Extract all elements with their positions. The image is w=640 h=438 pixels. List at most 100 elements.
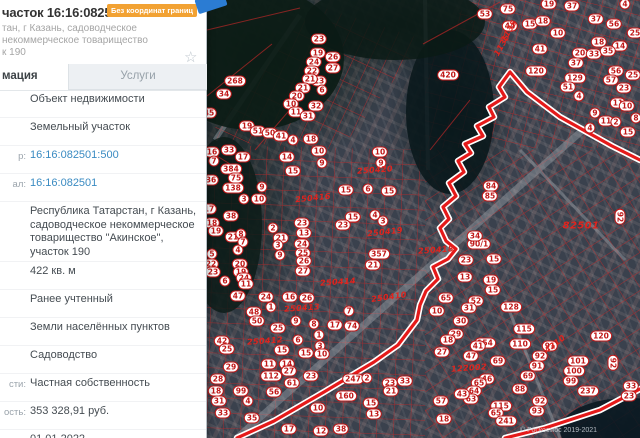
parcel-number-badge: 93 — [528, 405, 546, 417]
parcel-number-badge: 268 — [224, 75, 246, 87]
tab-services[interactable]: Услуги — [68, 64, 207, 90]
no-coordinates-badge: Без координат границ — [107, 4, 198, 17]
parcel-number-badge: 47 — [462, 350, 480, 362]
field-value: Садоводство — [30, 349, 98, 361]
parcel-number-badge: 26 — [324, 51, 342, 63]
field-label-fragment — [0, 265, 26, 287]
parcel-number-badge: 18 — [439, 334, 457, 346]
parcel-number-badge: 23 — [334, 219, 352, 231]
parcel-number-badge: 57 — [432, 395, 450, 407]
parcel-number-badge: 23 — [620, 390, 638, 402]
parcel-number-badge: 69 — [519, 370, 537, 382]
parcel-number-badge: 10 — [250, 193, 268, 205]
field-label-fragment: ал: — [12, 179, 26, 190]
field-value: Объект недвижимости — [30, 93, 145, 105]
parcel-number-badge: 53 — [476, 8, 494, 20]
field-label-fragment — [0, 205, 26, 259]
parcel-number-badge: 8 — [630, 112, 640, 124]
parcel-number-badge: 41 — [531, 43, 549, 55]
parcel-number-badge: 56 — [605, 18, 623, 30]
info-row: Объект недвижимости — [0, 90, 206, 118]
parcel-number-badge: 27 — [324, 62, 342, 74]
tab-information[interactable]: мация — [0, 64, 68, 90]
parcel-number-badge: 27 — [433, 346, 451, 358]
parcel-number-badge: 25 — [269, 322, 287, 334]
parcel-number-badge: 33 — [214, 407, 232, 419]
panel-header: часток 16:16:082501:500 Без координат гр… — [0, 0, 206, 66]
parcel-number-badge: 25 — [626, 27, 640, 39]
parcel-number-badge: 15 — [484, 284, 502, 296]
parcel-number-badge: 21 — [364, 259, 382, 271]
field-label-fragment — [0, 293, 26, 315]
parcel-number-badge: 37 — [587, 13, 605, 25]
info-row: 422 кв. м — [0, 262, 206, 290]
parcel-number-badge: 15 — [619, 126, 637, 138]
parcel-info-panel: часток 16:16:082501:500 Без координат гр… — [0, 0, 207, 438]
parcel-number-badge: 27 — [280, 365, 298, 377]
cadastral-number-link[interactable]: 16:16:082501:500 — [30, 149, 127, 171]
field-value: Республика Татарстан, г Казань, садоводч… — [30, 205, 197, 258]
info-row: 01.01.2022 — [0, 430, 206, 438]
subtitle-line-2: к 190 — [2, 47, 26, 58]
parcel-number-badge: 120 — [525, 65, 547, 77]
parcel-number-badge: 11 — [260, 358, 278, 370]
field-label-fragment: ость: — [4, 407, 26, 418]
field-label-fragment — [0, 121, 26, 143]
info-row: ость: 353 328,91 руб. — [0, 402, 206, 430]
field-label-fragment — [0, 349, 26, 371]
field-value: 353 328,91 руб. — [30, 405, 110, 417]
field-label-fragment: р: — [18, 151, 26, 162]
info-row: сти: Частная собственность — [0, 374, 206, 402]
parcel-number-badge: 35 — [243, 412, 261, 424]
quarter-number-label: 82501 — [562, 220, 600, 232]
parcel-number-badge: 112 — [260, 370, 282, 382]
parcel-number-badge: 23 — [204, 266, 222, 278]
info-row: ал: 16:16:082501 — [0, 174, 206, 202]
field-value: 422 кв. м — [30, 265, 76, 277]
parcel-number-badge: 92 — [614, 208, 626, 226]
parcel-number-badge: 420 — [437, 69, 459, 81]
parcel-number-badge: 61 — [283, 377, 301, 389]
parcel-number-badge: 10 — [371, 146, 389, 158]
panel-tabs: мация Услуги — [0, 64, 207, 91]
parcel-number-badge: 13 — [456, 271, 474, 283]
parcel-number-badge: 37 — [567, 57, 585, 69]
parcel-number-badge: 128 — [500, 301, 522, 313]
parcel-number-badge: 19 — [540, 0, 558, 10]
info-row: Садоводство — [0, 346, 206, 374]
parcel-number-badge: 10 — [309, 402, 327, 414]
parcel-number-badge: 33 — [396, 375, 414, 387]
parcel-number-badge: 15 — [337, 184, 355, 196]
parcel-number-badge: 23 — [310, 33, 328, 45]
parcel-number-badge: 88 — [511, 383, 529, 395]
parcel-number-badge: 23 — [302, 370, 320, 382]
parcel-number-badge: 11 — [237, 278, 255, 290]
parcel-number-badge: 13 — [295, 227, 313, 239]
parcel-number-badge: 43 — [453, 388, 471, 400]
parcel-number-badge: 10 — [310, 145, 328, 157]
info-row: Ранее учтенный — [0, 290, 206, 318]
parcel-number-badge: 31 — [210, 395, 228, 407]
parcel-number-badge: 14 — [278, 151, 296, 163]
info-row: Республика Татарстан, г Казань, садоводч… — [0, 202, 206, 262]
parcel-number-badge: 37 — [563, 0, 581, 12]
info-row: Земли населённых пунктов — [0, 318, 206, 346]
parcel-number-badge: 241 — [495, 415, 517, 427]
field-value: Земельный участок — [30, 121, 131, 133]
parcel-number-badge: 110 — [509, 338, 531, 350]
parcel-number-badge: 10 — [549, 27, 567, 39]
parcel-number-badge: 10 — [313, 348, 331, 360]
parcel-number-badge: 29 — [222, 361, 240, 373]
field-value: Ранее учтенный — [30, 293, 113, 305]
parcel-number-badge: 31 — [299, 110, 317, 122]
cadastral-number-link[interactable]: 16:16:082501 — [30, 177, 105, 199]
parcel-number-badge: 92 — [607, 354, 619, 372]
parcel-number-badge: 15 — [380, 185, 398, 197]
parcel-number-badge: 31 — [460, 302, 478, 314]
parcel-number-badge: 15 — [485, 253, 503, 265]
parcel-number-badge: 51 — [559, 81, 577, 93]
subtitle-line-1: тан, г Казань, садоводческое некоммерчес… — [2, 23, 148, 46]
field-value: Частная собственность — [30, 377, 151, 389]
field-value: 01.01.2022 — [30, 433, 93, 438]
parcel-number-badge: 69 — [489, 355, 507, 367]
